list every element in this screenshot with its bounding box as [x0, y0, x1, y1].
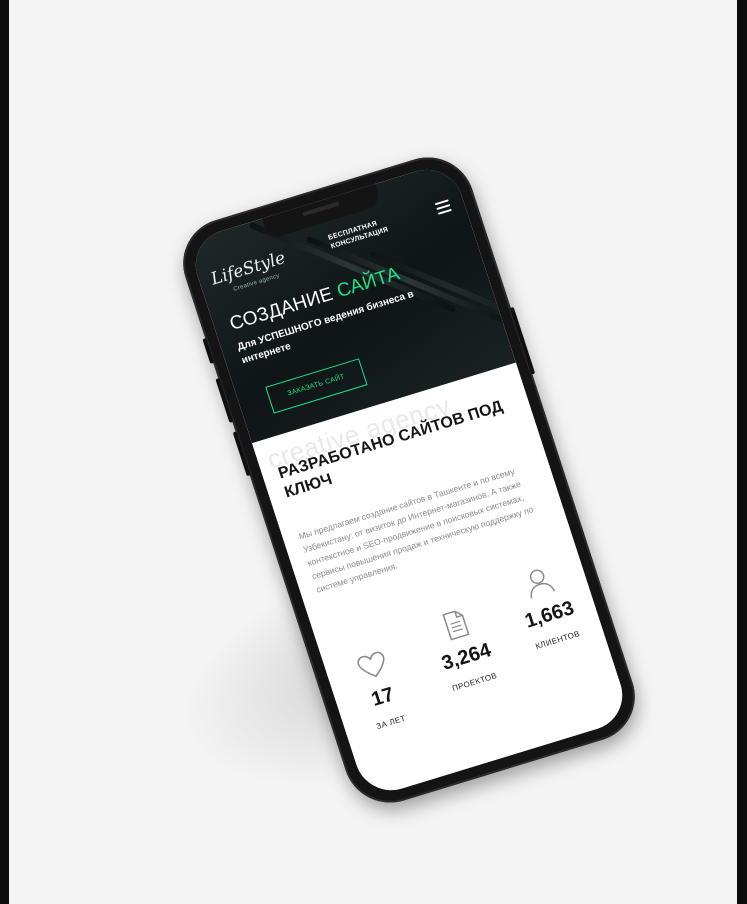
- heart-icon: [357, 651, 385, 678]
- user-icon: [529, 569, 556, 599]
- free-consultation-link[interactable]: БЕСПЛАТНАЯ КОНСУЛЬТАЦИЯ: [327, 217, 389, 252]
- brand-logo[interactable]: LifeStyle Creative agency: [208, 248, 292, 303]
- document-icon: [442, 610, 470, 641]
- stat-years: 17 ЗА ЛЕТ: [330, 641, 431, 739]
- hamburger-icon[interactable]: [434, 199, 453, 217]
- stat-clients: 1,663 КЛИЕНТОВ: [496, 557, 597, 656]
- speaker-grille: [302, 201, 340, 217]
- stat-projects: 3,264 ПРОЕКТОВ: [413, 599, 514, 698]
- mockup-canvas: LifeStyle Creative agency БЕСПЛАТНАЯ КОН…: [9, 0, 737, 904]
- order-site-button[interactable]: ЗАКАЗАТЬ САЙТ: [265, 358, 368, 414]
